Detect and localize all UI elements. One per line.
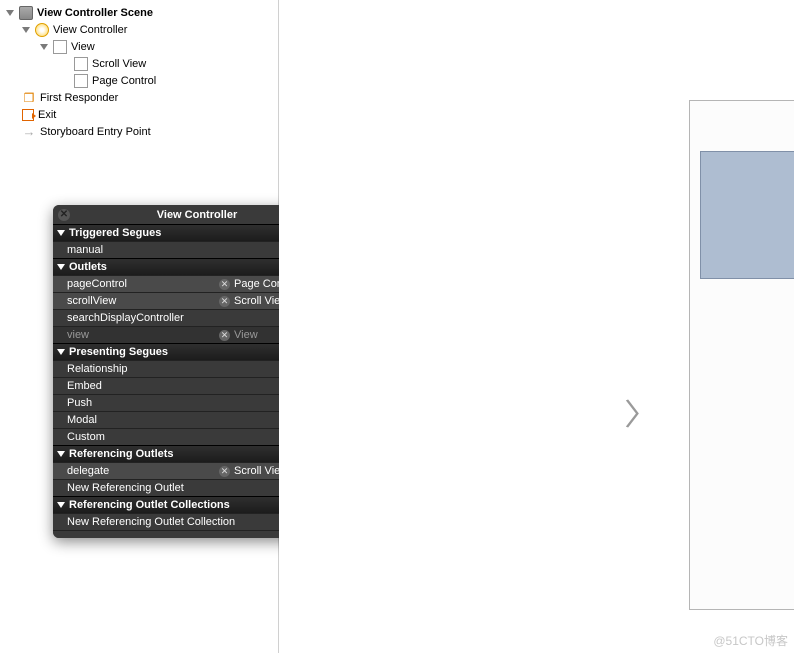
document-outline[interactable]: View Controller Scene View Controller Vi… — [0, 0, 279, 653]
disclosure-icon — [40, 44, 48, 50]
scene-icon — [19, 6, 33, 20]
arrow-right-icon: → — [22, 125, 36, 139]
disconnect-icon[interactable]: ✕ — [219, 466, 230, 477]
firstresponder-row[interactable]: ❒ First Responder — [0, 89, 278, 106]
scroll-view[interactable]: Scroll View — [700, 151, 794, 279]
view-icon — [53, 40, 67, 54]
viewcontroller-icon — [35, 23, 49, 37]
disclosure-icon — [57, 502, 65, 508]
exit-label: Exit — [38, 109, 56, 121]
scene-dock: ❒ — [690, 101, 794, 127]
exit-icon — [22, 109, 34, 121]
view-row[interactable]: View — [0, 38, 278, 55]
scene-label: View Controller Scene — [37, 7, 153, 19]
entrypoint-row[interactable]: → Storyboard Entry Point — [0, 123, 278, 140]
viewcontroller-label: View Controller — [53, 24, 127, 36]
disconnect-icon[interactable]: ✕ — [219, 279, 230, 290]
page-control[interactable] — [701, 264, 794, 270]
disclosure-icon — [57, 230, 65, 236]
pagecontrol-row[interactable]: Page Control — [0, 72, 278, 89]
pagecontrol-label: Page Control — [92, 75, 156, 87]
entrypoint-arrow-icon: 〉 — [624, 390, 660, 434]
disclosure-icon — [6, 10, 14, 16]
disclosure-icon — [57, 451, 65, 457]
scene-container[interactable]: ❒ Scroll View — [689, 100, 794, 610]
entrypoint-label: Storyboard Entry Point — [40, 126, 151, 138]
firstresponder-label: First Responder — [40, 92, 118, 104]
view-icon — [74, 74, 88, 88]
disclosure-icon — [57, 264, 65, 270]
disclosure-icon — [22, 27, 30, 33]
watermark-text: @51CTO博客 — [713, 632, 788, 649]
scrollview-row[interactable]: Scroll View — [0, 55, 278, 72]
storyboard-canvas[interactable]: 〉 ❒ Scroll View — [279, 0, 794, 653]
close-icon[interactable]: ✕ — [58, 209, 70, 221]
disconnect-icon[interactable]: ✕ — [219, 296, 230, 307]
disclosure-icon — [57, 349, 65, 355]
viewcontroller-row[interactable]: View Controller — [0, 21, 278, 38]
scrollview-label: Scroll View — [92, 58, 146, 70]
disconnect-icon[interactable]: ✕ — [219, 330, 230, 341]
status-bar — [690, 127, 794, 147]
view-icon — [74, 57, 88, 71]
scene-row[interactable]: View Controller Scene — [0, 4, 278, 21]
exit-row[interactable]: Exit — [0, 106, 278, 123]
view-label: View — [71, 41, 95, 53]
cube-icon: ❒ — [22, 91, 36, 105]
popover-title: View Controller — [157, 209, 237, 221]
